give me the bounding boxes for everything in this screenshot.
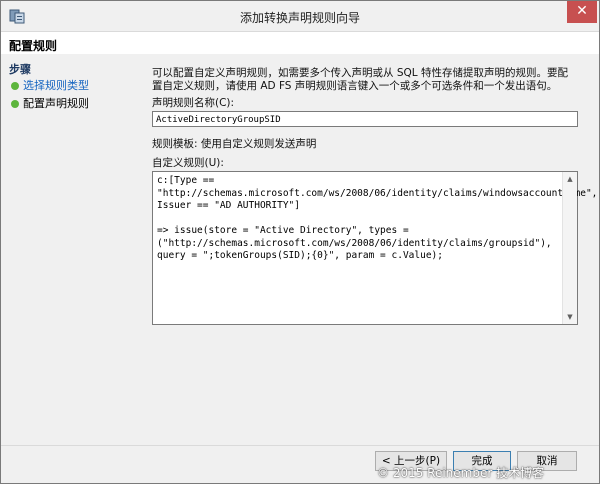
step-status-dot xyxy=(11,100,19,108)
wizard-window: 添加转换声明规则向导 ✕ 配置规则 步骤 选择规则类型 配置声明规则 可以配置自… xyxy=(0,0,600,484)
title-bar: 添加转换声明规则向导 ✕ xyxy=(1,1,599,32)
scroll-up-icon[interactable]: ▲ xyxy=(563,172,577,186)
close-button[interactable]: ✕ xyxy=(567,1,597,23)
footer-divider xyxy=(1,445,599,446)
rule-template-label: 规则模板: 使用自定义规则发送声明 xyxy=(152,138,317,150)
step-status-dot xyxy=(11,82,19,90)
window-title: 添加转换声明规则向导 xyxy=(239,11,360,25)
vertical-scrollbar[interactable]: ▲ ▼ xyxy=(562,172,577,324)
header-band xyxy=(1,32,599,54)
custom-rule-label: 自定义规则(U): xyxy=(152,157,224,169)
steps-title: 步骤 xyxy=(9,63,31,76)
page-heading: 配置规则 xyxy=(9,39,58,53)
custom-rule-textarea[interactable]: c:[Type == "http://schemas.microsoft.com… xyxy=(152,171,597,325)
step-label: 选择规则类型 xyxy=(23,79,89,92)
step-label: 配置声明规则 xyxy=(23,97,89,110)
rule-name-input[interactable]: ActiveDirectoryGroupSID xyxy=(152,111,578,127)
watermark: © 2015 Reinember 技术博客 xyxy=(377,466,545,480)
description-text: 可以配置自定义声明规则，如需要多个传入声明或从 SQL 特性存储提取声明的规则。… xyxy=(152,67,568,92)
rule-name-label: 声明规则名称(C): xyxy=(152,97,235,109)
custom-rule-text[interactable]: c:[Type == "http://schemas.microsoft.com… xyxy=(157,175,597,263)
scroll-down-icon[interactable]: ▼ xyxy=(563,310,577,324)
